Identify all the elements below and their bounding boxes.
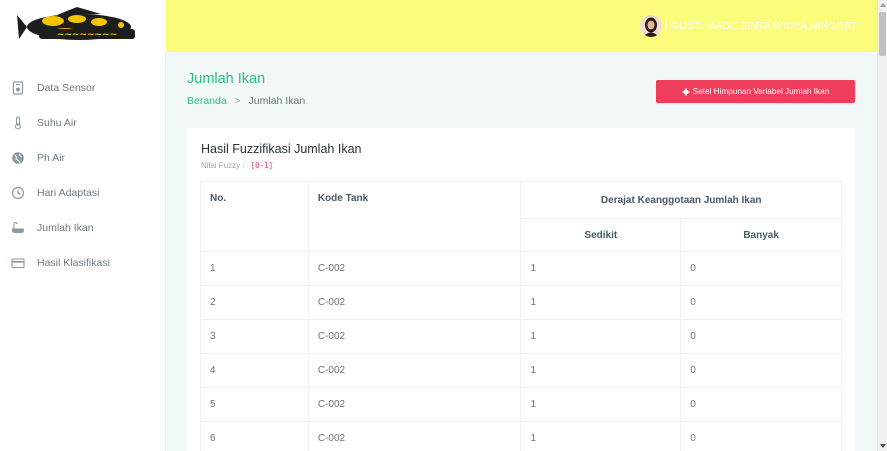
user-name: I GUSTI MADE SINTA WIDYA NINGRAT	[664, 20, 857, 32]
cell-no: 3	[200, 319, 309, 354]
cell-banyak: 0	[680, 353, 842, 388]
cell-kode: C-002	[307, 319, 522, 354]
cell-banyak: 0	[680, 319, 842, 354]
results-card: Hasil Fuzzifikasi Jumlah Ikan Nilai Fuzz…	[186, 128, 855, 451]
sidebar-item-ph-air[interactable]: Ph Air	[0, 140, 165, 175]
sidebar-item-hasil-klasifikasi[interactable]: Hasil Klasifikasi	[0, 245, 165, 280]
fuzzy-label: Nilai Fuzzy :	[201, 161, 245, 170]
breadcrumb-separator: >	[234, 95, 241, 107]
table-row: 4 C-002 1 0	[200, 353, 842, 388]
cell-no: 5	[200, 387, 309, 422]
fish-logo-icon: ~~~~~~~~	[17, 7, 135, 40]
cell-banyak: 0	[680, 251, 842, 286]
sidebar-item-label: Hari Adaptasi	[37, 186, 100, 199]
set-variable-button[interactable]: Setel Himpunan Variabel Jumlah Ikan	[656, 80, 855, 103]
thermometer-icon	[10, 115, 26, 131]
cell-kode: C-002	[307, 387, 522, 422]
cell-no: 1	[200, 251, 309, 286]
table-row: 3 C-002 1 0	[200, 319, 842, 354]
cell-sedikit: 1	[520, 319, 682, 354]
clock-icon	[10, 185, 26, 201]
cell-kode: C-002	[307, 353, 522, 388]
cell-banyak: 0	[680, 285, 842, 320]
cell-sedikit: 1	[520, 421, 682, 451]
breadcrumb: Beranda > Jumlah Ikan	[187, 95, 305, 107]
sidebar-item-label: Hasil Klasifikasi	[37, 256, 110, 269]
header-banyak: Banyak	[680, 218, 842, 252]
card-subtitle: Nilai Fuzzy : [0-1]	[201, 161, 276, 170]
sidebar-item-label: Suhu Air	[37, 116, 77, 129]
header-sedikit: Sedikit	[520, 218, 682, 252]
table-row: 1 C-002 1 0	[200, 251, 842, 286]
cell-sedikit: 1	[520, 251, 682, 286]
cell-no: 6	[200, 421, 309, 451]
sensor-icon	[10, 80, 26, 96]
page-scrollbar[interactable]	[877, 0, 887, 451]
cell-sedikit: 1	[520, 285, 682, 320]
fuzzification-table: No. Kode Tank Derajat Keanggotaan Jumlah…	[200, 181, 842, 451]
header-kode-tank: Kode Tank	[307, 181, 522, 252]
scroll-down-icon[interactable]	[880, 444, 886, 448]
sidebar-item-label: Ph Air	[37, 151, 66, 164]
cell-sedikit: 1	[520, 387, 682, 422]
sidebar-item-hari-adaptasi[interactable]: Hari Adaptasi	[0, 175, 165, 210]
sidebar-item-data-sensor[interactable]: Data Sensor	[0, 70, 165, 105]
cell-no: 2	[200, 285, 309, 320]
globe-icon	[10, 150, 26, 166]
scroll-up-icon[interactable]	[880, 3, 886, 7]
svg-text:~~~~~~~~: ~~~~~~~~	[57, 30, 117, 40]
cell-kode: C-002	[307, 421, 522, 451]
sidebar-item-label: Data Sensor	[37, 81, 96, 94]
sidebar-item-suhu-air[interactable]: Suhu Air	[0, 105, 165, 140]
breadcrumb-home-link[interactable]: Beranda	[187, 95, 227, 107]
scrollbar-thumb[interactable]	[879, 12, 886, 56]
card-icon	[10, 255, 26, 271]
header-membership-group: Derajat Keanggotaan Jumlah Ikan	[520, 181, 842, 219]
page-title: Jumlah Ikan	[187, 71, 266, 87]
breadcrumb-current: Jumlah Ikan	[248, 95, 306, 107]
cell-kode: C-002	[307, 251, 522, 286]
card-title: Hasil Fuzzifikasi Jumlah Ikan	[201, 142, 362, 156]
sidebar-item-jumlah-ikan[interactable]: Jumlah Ikan	[0, 210, 165, 245]
user-menu[interactable]: I GUSTI MADE SINTA WIDYA NINGRAT	[639, 15, 857, 37]
bath-icon	[10, 220, 26, 236]
cell-sedikit: 1	[520, 353, 682, 388]
cell-banyak: 0	[680, 387, 842, 422]
sidebar-item-label: Jumlah Ikan	[37, 221, 94, 234]
table-row: 6 C-002 1 0	[200, 421, 842, 451]
gear-icon	[682, 87, 690, 96]
cell-no: 4	[200, 353, 309, 388]
header-no: No.	[200, 181, 309, 252]
sidebar: Data Sensor Suhu Air Ph Air Hari Adaptas…	[0, 52, 166, 451]
logo-area[interactable]: ~~~~~~~~	[0, 0, 166, 52]
table-row: 5 C-002 1 0	[200, 387, 842, 422]
cell-kode: C-002	[307, 285, 522, 320]
user-avatar-icon	[639, 15, 662, 37]
table-row: 2 C-002 1 0	[200, 285, 842, 320]
cell-banyak: 0	[680, 421, 842, 451]
top-navbar: I GUSTI MADE SINTA WIDYA NINGRAT	[166, 0, 877, 52]
set-variable-button-label: Setel Himpunan Variabel Jumlah Ikan	[692, 87, 830, 96]
fuzzy-range-code: [0-1]	[248, 161, 276, 170]
